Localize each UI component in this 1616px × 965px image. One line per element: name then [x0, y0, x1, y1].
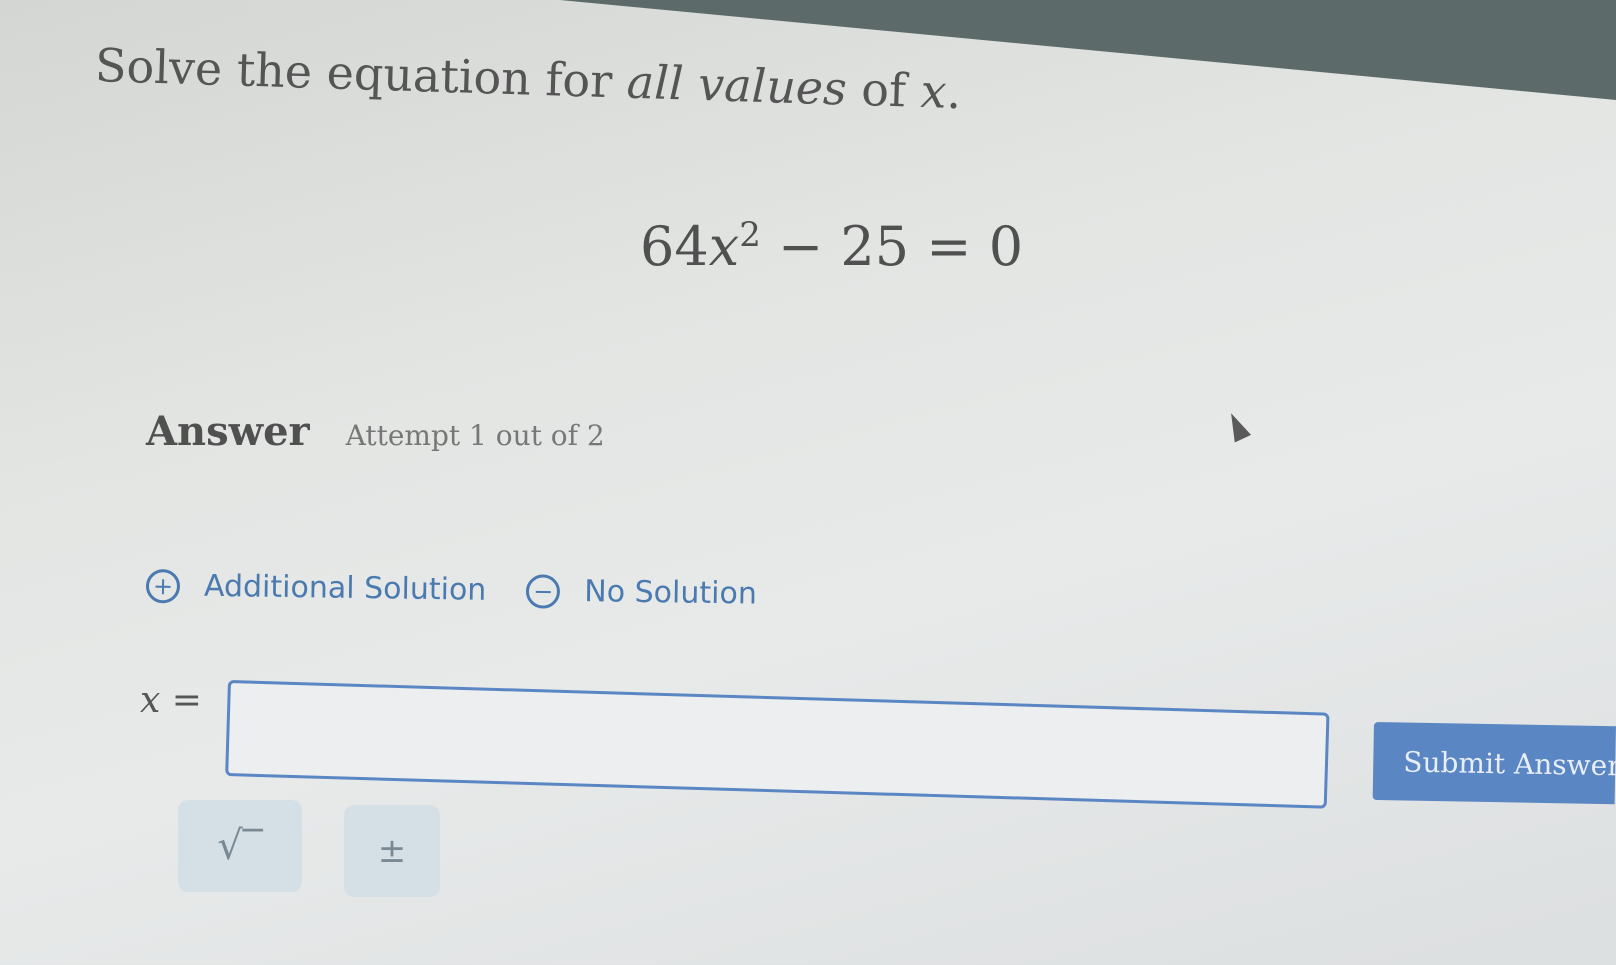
square-root-button[interactable]: √‾: [178, 800, 302, 892]
additional-solution-label: Additional Solution: [203, 568, 487, 608]
no-solution-label: No Solution: [584, 574, 758, 612]
answer-heading: Answer Attempt 1 out of 2: [146, 408, 605, 455]
answer-label: Answer: [146, 408, 310, 455]
answer-input[interactable]: [225, 680, 1330, 809]
attempt-counter: Attempt 1 out of 2: [345, 419, 605, 452]
plus-minus-button[interactable]: ±: [344, 805, 440, 897]
input-label: x =: [140, 680, 202, 721]
submit-answer-button[interactable]: Submit Answer: [1372, 722, 1616, 805]
question-prompt: Solve the equation for all values of x.: [94, 38, 963, 120]
plus-minus-icon: ±: [377, 831, 407, 871]
plus-circle-icon: +: [145, 568, 181, 603]
square-root-icon: √‾: [217, 823, 263, 869]
mouse-cursor-icon: [1222, 409, 1252, 443]
minus-circle-icon: −: [526, 573, 561, 609]
no-solution-button[interactable]: − No Solution: [526, 573, 758, 612]
solution-options: + Additional Solution − No Solution: [145, 568, 758, 612]
additional-solution-button[interactable]: + Additional Solution: [145, 568, 487, 608]
equation: 64x2 − 25 = 0: [640, 215, 1024, 278]
